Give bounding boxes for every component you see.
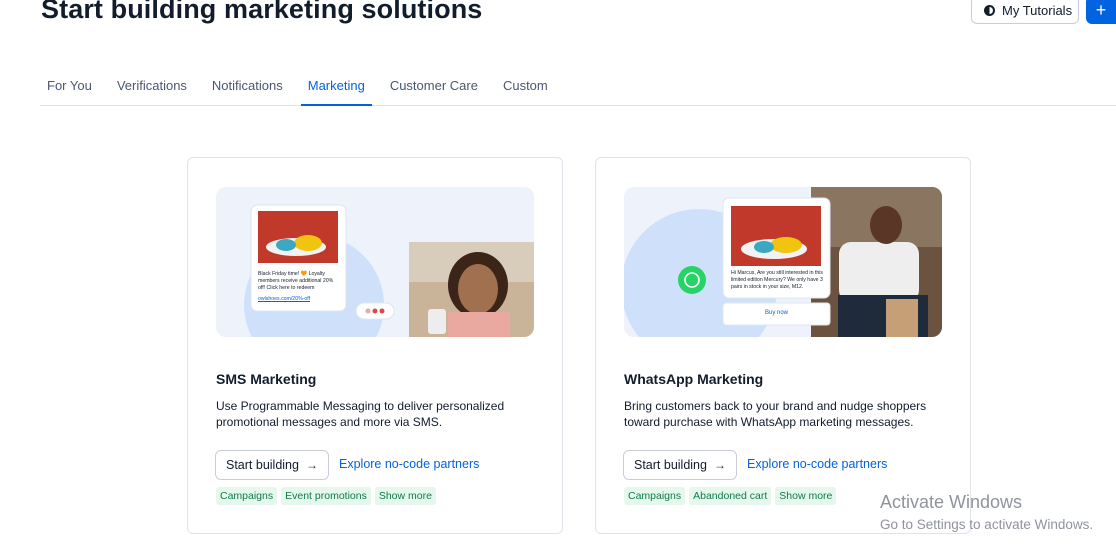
explore-partners-link[interactable]: Explore no-code partners	[339, 457, 479, 471]
start-building-label: Start building	[226, 458, 299, 472]
card-title: SMS Marketing	[216, 371, 317, 387]
sms-hero-message: Black Friday time! 🧡 Loyalty members rec…	[258, 271, 334, 291]
tab-verifications[interactable]: Verifications	[110, 70, 194, 106]
whatsapp-hero-message: Hi Marcus, Are you still interested in t…	[731, 270, 823, 290]
arrow-right-icon: →	[305, 458, 318, 472]
contrast-icon	[984, 4, 995, 16]
add-button[interactable]: +	[1086, 0, 1116, 24]
show-more-button[interactable]: Show more	[775, 487, 837, 505]
tab-custom[interactable]: Custom	[496, 70, 555, 106]
activate-windows-watermark: Activate Windows Go to Settings to activ…	[880, 492, 1093, 532]
tag-list: Campaigns Event promotions Show more	[216, 487, 436, 505]
sms-hero-graphic	[216, 187, 534, 337]
buy-now-label: Buy now	[764, 310, 788, 316]
my-tutorials-label: My Tutorials	[1002, 2, 1073, 18]
sms-hero-illustration: Black Friday time! 🧡 Loyalty members rec…	[216, 187, 534, 337]
page-title: Start building marketing solutions	[41, 0, 483, 24]
tab-customer-care[interactable]: Customer Care	[383, 70, 485, 106]
tag-campaigns: Campaigns	[624, 487, 686, 505]
tab-notifications[interactable]: Notifications	[205, 70, 290, 106]
card-title: WhatsApp Marketing	[624, 371, 764, 387]
card-description: Bring customers back to your brand and n…	[624, 399, 927, 429]
tag-event-promotions: Event promotions	[281, 487, 371, 505]
explore-partners-link[interactable]: Explore no-code partners	[747, 457, 887, 471]
start-building-button[interactable]: Start building →	[215, 450, 329, 480]
tab-bar: For You Verifications Notifications Mark…	[40, 70, 1116, 106]
sms-marketing-card: Black Friday time! 🧡 Loyalty members rec…	[187, 157, 563, 534]
show-more-button[interactable]: Show more	[374, 487, 436, 505]
watermark-title: Activate Windows	[880, 492, 1023, 512]
whatsapp-marketing-card: Hi Marcus, Are you still interested in t…	[595, 157, 971, 534]
sms-hero-link: owlshoes.com/20%-off	[258, 296, 311, 302]
tag-abandoned-cart: Abandoned cart	[689, 487, 772, 505]
start-building-button[interactable]: Start building →	[623, 450, 737, 480]
my-tutorials-button[interactable]: My Tutorials	[971, 0, 1079, 24]
arrow-right-icon: →	[713, 458, 726, 472]
whatsapp-hero-illustration: Hi Marcus, Are you still interested in t…	[624, 187, 942, 337]
watermark-subtitle: Go to Settings to activate Windows.	[880, 517, 1094, 532]
card-description: Use Programmable Messaging to deliver pe…	[216, 399, 505, 429]
tab-for-you[interactable]: For You	[40, 70, 99, 106]
tag-list: Campaigns Abandoned cart Show more	[624, 487, 837, 505]
start-building-label: Start building	[634, 458, 707, 472]
tab-marketing[interactable]: Marketing	[300, 70, 372, 106]
tag-campaigns: Campaigns	[216, 487, 278, 505]
